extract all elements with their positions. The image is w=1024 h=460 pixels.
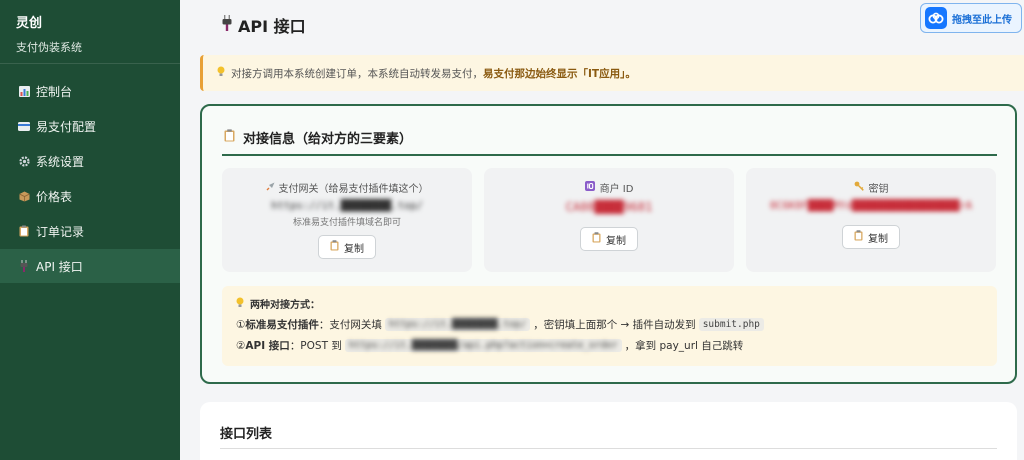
page-title: API 接口 bbox=[238, 17, 306, 36]
sidebar-item-label: 订单记录 bbox=[36, 224, 85, 239]
sidebar-item-price[interactable]: 价格表 bbox=[0, 179, 180, 213]
gateway-value: https://it.████████.top/ bbox=[271, 200, 423, 212]
gateway-hint: 标准易支付插件填域名即可 bbox=[292, 218, 401, 228]
method-plugin: ① 标准易支付插件 ：支付网关填 https://it.████████.top… bbox=[236, 317, 983, 332]
plug-icon bbox=[222, 15, 232, 35]
methods-title: 两种对接方式： bbox=[236, 296, 983, 311]
copy-secret-key-button[interactable]: 复制 bbox=[842, 225, 900, 249]
merchant-id-tile: 商户 ID CA08████9681 复制 bbox=[484, 168, 734, 272]
sidebar-item-orders[interactable]: 订单记录 bbox=[0, 214, 180, 248]
card-title: 对接信息（给对方的三要素） bbox=[224, 128, 412, 147]
integration-info-card: 对接信息（给对方的三要素） 支付网关（给易支付插件填这个） https://it… bbox=[200, 104, 1017, 384]
api-list-title: 接口列表 bbox=[220, 427, 273, 442]
notice-text: 对接方调用本系统创建订单，本系统自动转发易支付， bbox=[231, 67, 483, 80]
sidebar-item-label: 控制台 bbox=[36, 84, 73, 99]
method-api: ② API 接口 ：POST 到 https://it.████████/api… bbox=[236, 339, 744, 352]
clipboard-icon bbox=[330, 240, 339, 254]
brand-title: 灵创 bbox=[16, 16, 43, 31]
lightbulb-icon bbox=[236, 297, 244, 311]
chart-icon bbox=[18, 85, 30, 97]
key-icon bbox=[854, 181, 864, 194]
brand: 灵创 支付伪装系统 bbox=[0, 0, 180, 64]
plug-icon bbox=[18, 260, 30, 272]
gear-icon bbox=[18, 155, 30, 167]
card-title-text: 对接信息（给对方的三要素） bbox=[243, 132, 413, 147]
sidebar-item-api[interactable]: API 接口 bbox=[0, 249, 180, 283]
notice-banner: 对接方调用本系统创建订单，本系统自动转发易支付， 易支付那边始终显示「IT应用」… bbox=[200, 55, 1024, 91]
upload-label: 拖拽至此上传 bbox=[952, 14, 1012, 26]
merchant-id-value: CA08████9681 bbox=[565, 200, 653, 214]
sidebar-nav: 控制台 易支付配置 系统设置 价格表 订单记录 API 接口 bbox=[0, 74, 180, 283]
secret-key-label: 密钥 bbox=[746, 180, 996, 195]
copy-merchant-id-button[interactable]: 复制 bbox=[580, 227, 638, 251]
gateway-tile: 支付网关（给易支付插件填这个） https://it.████████.top/… bbox=[222, 168, 472, 272]
page-header: API 接口 bbox=[200, 0, 1004, 50]
submit-endpoint-code: submit.php bbox=[698, 318, 764, 331]
sidebar-item-label: 价格表 bbox=[36, 189, 73, 204]
clipboard-icon bbox=[854, 230, 863, 244]
sidebar-item-epay-config[interactable]: 易支付配置 bbox=[0, 109, 180, 143]
clipboard-icon bbox=[592, 232, 601, 246]
merchant-id-label: 商户 ID bbox=[484, 180, 734, 195]
gateway-code: https://it.████████.top/ bbox=[384, 318, 531, 331]
lightbulb-icon bbox=[217, 66, 225, 80]
notice-emphasis: 易支付那边始终显示「IT应用」。 bbox=[483, 67, 636, 80]
clipboard-icon bbox=[18, 225, 30, 237]
divider bbox=[222, 154, 997, 156]
id-icon bbox=[584, 181, 595, 194]
clipboard-icon bbox=[224, 129, 235, 146]
sidebar: 灵创 支付伪装系统 控制台 易支付配置 系统设置 价格表 订单记录 API 接口 bbox=[0, 0, 180, 460]
copy-gateway-button[interactable]: 复制 bbox=[318, 235, 376, 259]
api-list-card: 接口列表 bbox=[200, 402, 1017, 460]
sidebar-item-settings[interactable]: 系统设置 bbox=[0, 144, 180, 178]
brand-subtitle: 支付伪装系统 bbox=[16, 41, 82, 54]
secret-key-value: 0C6K0F████MYd█████████████████rA bbox=[769, 200, 973, 212]
sidebar-item-label: API 接口 bbox=[36, 259, 83, 274]
divider bbox=[220, 448, 997, 449]
sidebar-item-dashboard[interactable]: 控制台 bbox=[0, 74, 180, 108]
main-content: API 接口 拖拽至此上传 对接方调用本系统创建订单，本系统自动转发易支付， 易… bbox=[180, 0, 1024, 460]
cloud-icon bbox=[925, 7, 947, 29]
integration-methods: 两种对接方式： ① 标准易支付插件 ：支付网关填 https://it.████… bbox=[222, 286, 997, 366]
card-icon bbox=[18, 120, 30, 132]
api-endpoint-code: https://it.████████/api.php?action=creat… bbox=[344, 339, 622, 352]
rocket-icon bbox=[266, 182, 275, 194]
drag-upload-button[interactable]: 拖拽至此上传 bbox=[920, 3, 1022, 33]
sidebar-item-label: 系统设置 bbox=[36, 154, 85, 169]
sidebar-item-label: 易支付配置 bbox=[36, 119, 97, 134]
package-icon bbox=[18, 190, 30, 202]
gateway-label: 支付网关（给易支付插件填这个） bbox=[222, 180, 472, 195]
secret-key-tile: 密钥 0C6K0F████MYd█████████████████rA 复制 bbox=[746, 168, 996, 272]
